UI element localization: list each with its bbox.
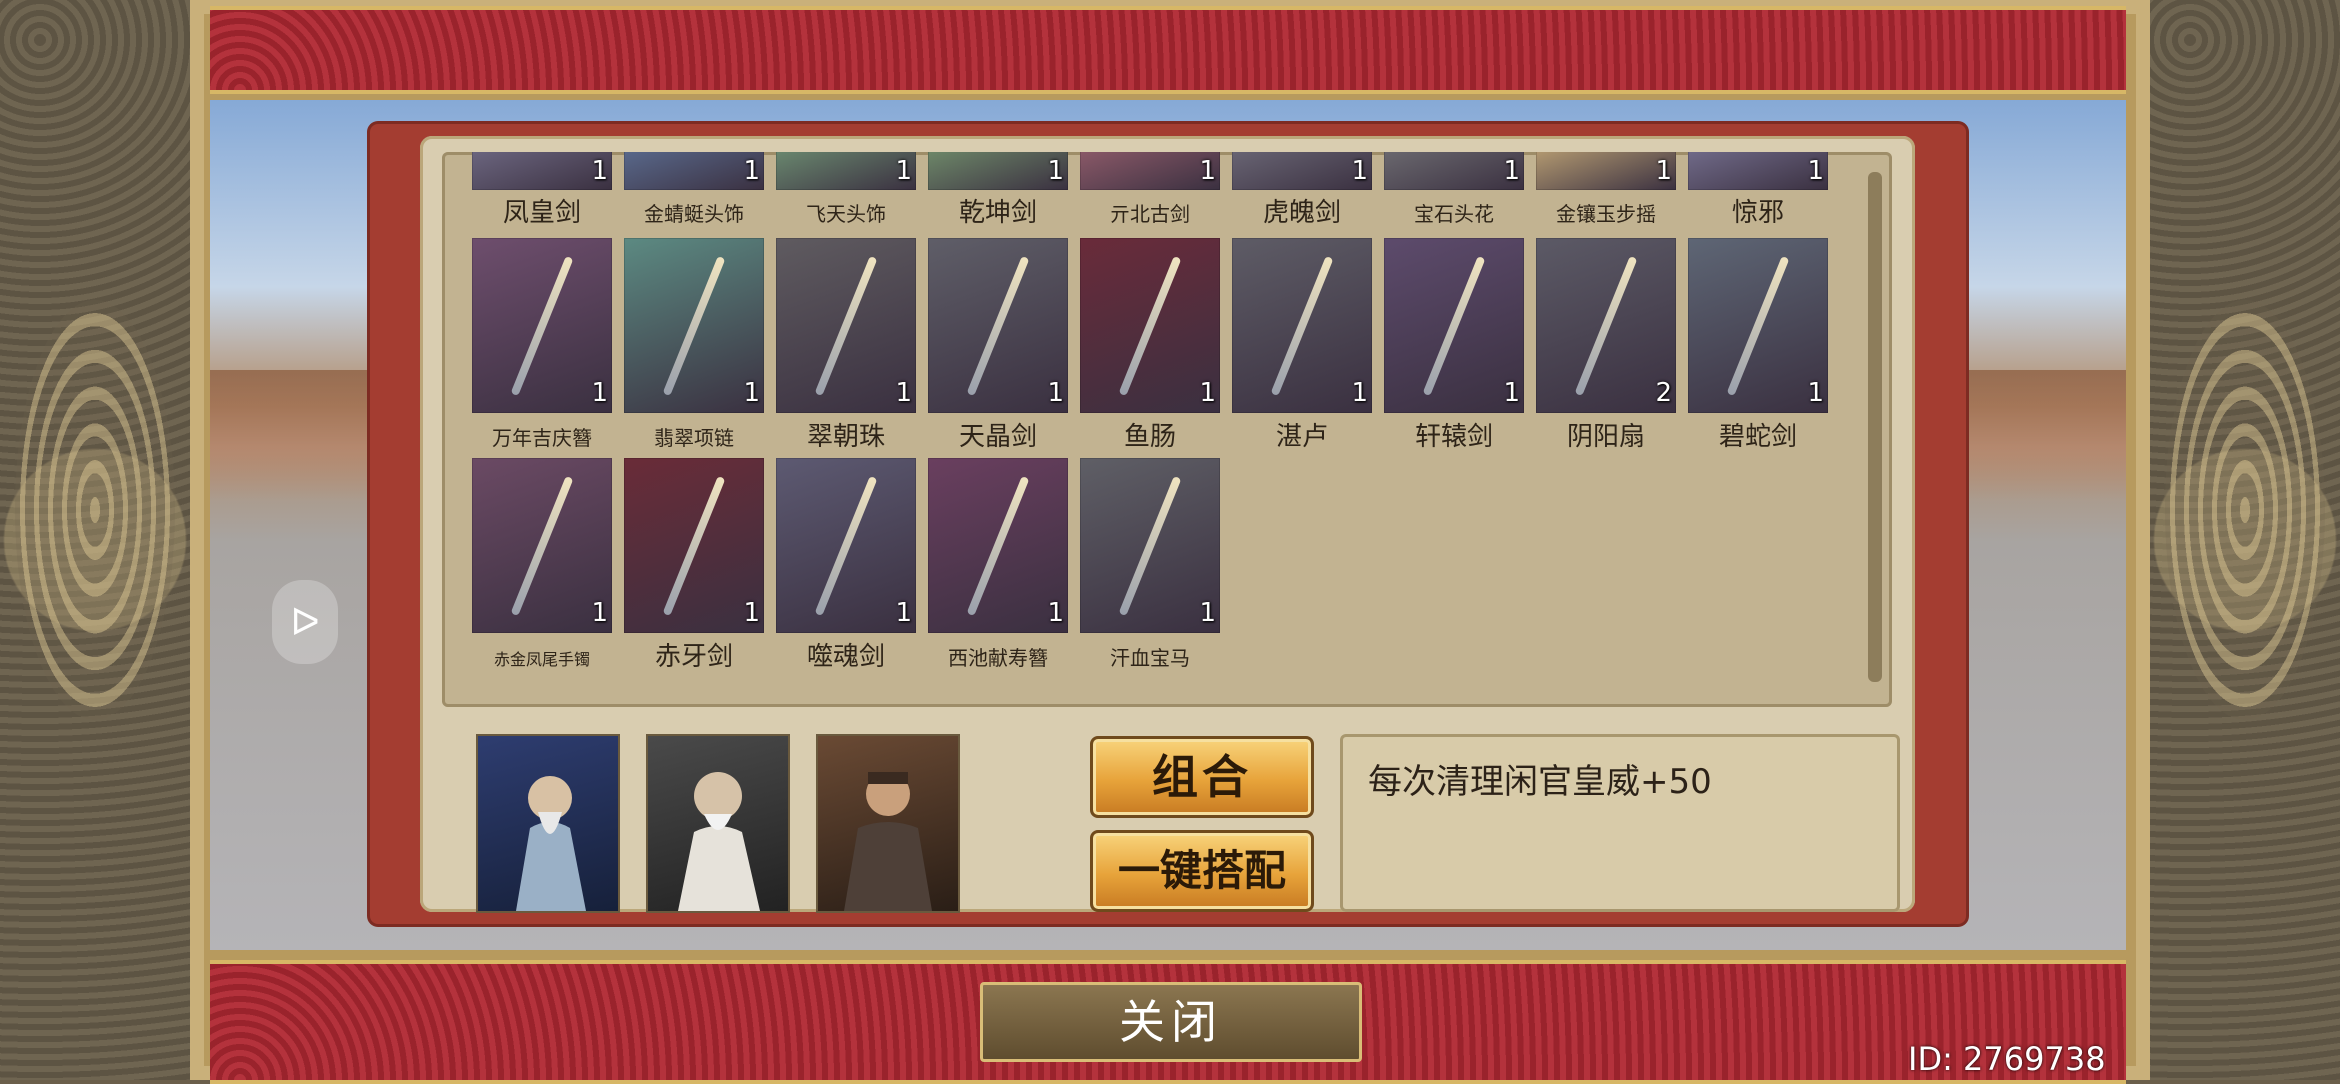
item-artwork bbox=[510, 255, 574, 397]
item-quantity: 1 bbox=[1351, 156, 1368, 186]
item-quantity: 1 bbox=[1807, 156, 1824, 186]
item-tile[interactable]: 1 轩辕剑 bbox=[1384, 238, 1524, 452]
item-quantity: 1 bbox=[1199, 598, 1216, 628]
item-quantity: 1 bbox=[1047, 598, 1064, 628]
item-quantity: 1 bbox=[743, 378, 760, 408]
item-tile[interactable]: 1 碧蛇剑 bbox=[1688, 238, 1828, 452]
item-tile[interactable]: 1 万年吉庆簪 bbox=[472, 238, 612, 450]
item-quantity: 1 bbox=[1199, 378, 1216, 408]
item-name: 赤牙剑 bbox=[654, 642, 733, 672]
item-quantity: 1 bbox=[1047, 378, 1064, 408]
auto-match-button[interactable]: 一键搭配 bbox=[1090, 830, 1314, 912]
item-name: 湛卢 bbox=[1275, 422, 1328, 452]
item-artwork bbox=[1118, 255, 1182, 397]
item-name: 万年吉庆簪 bbox=[492, 426, 592, 450]
item-tile[interactable]: 1 湛卢 bbox=[1232, 238, 1372, 452]
item-artwork bbox=[1422, 255, 1486, 397]
item-tile[interactable]: 1 鱼肠 bbox=[1080, 238, 1220, 452]
item-name: 金蜻蜓头饰 bbox=[644, 202, 744, 226]
item-artwork bbox=[662, 475, 726, 617]
item-tile[interactable]: 1 西池献寿簪 bbox=[928, 458, 1068, 670]
item-quantity: 2 bbox=[1655, 378, 1672, 408]
item-name: 鱼肠 bbox=[1123, 422, 1176, 452]
dragon-ornament bbox=[15, 300, 175, 720]
item-quantity: 1 bbox=[743, 598, 760, 628]
item-tile[interactable]: 1 翡翠项链 bbox=[624, 238, 764, 450]
item-name: 凤皇剑 bbox=[502, 198, 581, 228]
item-name: 阴阳扇 bbox=[1566, 422, 1645, 452]
item-name: 翡翠项链 bbox=[654, 426, 734, 450]
back-icon[interactable]: ᐅ bbox=[272, 580, 338, 664]
item-tile[interactable]: 1 噬魂剑 bbox=[776, 458, 916, 672]
item-name: 乾坤剑 bbox=[958, 198, 1037, 228]
item-name: 飞天头饰 bbox=[806, 202, 886, 226]
item-artwork bbox=[966, 475, 1030, 617]
item-tile[interactable]: 1 翠朝珠 bbox=[776, 238, 916, 452]
item-name: 西池献寿簪 bbox=[948, 646, 1048, 670]
item-tile[interactable]: 1 汗血宝马 bbox=[1080, 458, 1220, 670]
item-name: 宝石头花 bbox=[1414, 202, 1494, 226]
item-name: 汗血宝马 bbox=[1110, 646, 1190, 670]
item-name: 惊邪 bbox=[1731, 198, 1784, 228]
item-quantity: 1 bbox=[591, 156, 608, 186]
close-button[interactable]: 关闭 bbox=[980, 982, 1362, 1062]
portrait-2[interactable] bbox=[648, 736, 788, 911]
portrait-figure bbox=[516, 776, 586, 911]
item-name: 碧蛇剑 bbox=[1718, 422, 1797, 452]
item-name: 轩辕剑 bbox=[1414, 422, 1493, 452]
item-name: 赤金凤尾手镯 bbox=[493, 650, 590, 669]
item-artwork bbox=[814, 475, 878, 617]
item-quantity: 1 bbox=[1503, 156, 1520, 186]
top-band bbox=[210, 6, 2126, 94]
portrait-3[interactable] bbox=[818, 736, 958, 911]
item-name: 亓北古剑 bbox=[1110, 202, 1190, 226]
item-quantity: 1 bbox=[1503, 378, 1520, 408]
item-tile[interactable]: 1 天晶剑 bbox=[928, 238, 1068, 452]
item-quantity: 1 bbox=[1807, 378, 1824, 408]
portrait-figure bbox=[678, 772, 760, 911]
item-quantity: 1 bbox=[591, 378, 608, 408]
item-name: 翠朝珠 bbox=[806, 422, 885, 452]
item-artwork bbox=[1726, 255, 1790, 397]
item-tile[interactable]: 1 赤牙剑 bbox=[624, 458, 764, 672]
item-quantity: 1 bbox=[1351, 378, 1368, 408]
item-quantity: 1 bbox=[1047, 156, 1064, 186]
item-name: 金镶玉步摇 bbox=[1556, 202, 1656, 226]
item-quantity: 1 bbox=[743, 156, 760, 186]
dragon-ornament bbox=[2165, 300, 2325, 720]
item-name: 噬魂剑 bbox=[806, 642, 885, 672]
combination-inner: 1 凤皇剑 1 金蜻蜓头饰 1 飞天头饰 1 乾坤剑 1 亓北古剑 1 虎魄剑 1 宝石头花 1 金镶玉步摇 1… bbox=[420, 136, 1915, 912]
item-artwork bbox=[966, 255, 1030, 397]
item-quantity: 1 bbox=[1655, 156, 1672, 186]
player-id: ID: 2769738 bbox=[1908, 1040, 2106, 1078]
item-tile[interactable]: 1 赤金凤尾手镯 bbox=[472, 458, 612, 669]
item-quantity: 1 bbox=[895, 156, 912, 186]
item-artwork bbox=[814, 255, 878, 397]
portrait-1[interactable] bbox=[478, 736, 618, 911]
item-tile[interactable]: 2 阴阳扇 bbox=[1536, 238, 1676, 452]
item-name: 虎魄剑 bbox=[1262, 198, 1341, 228]
item-artwork bbox=[1118, 475, 1182, 617]
item-artwork bbox=[510, 475, 574, 617]
right-dragon-panel bbox=[2150, 0, 2340, 1080]
effect-description: 每次清理闲官皇威+50 bbox=[1368, 762, 1712, 802]
effect-description-box: 每次清理闲官皇威+50 bbox=[1340, 734, 1900, 912]
item-quantity: 1 bbox=[895, 378, 912, 408]
item-artwork bbox=[1574, 255, 1638, 397]
item-grid: 1 凤皇剑 1 金蜻蜓头饰 1 飞天头饰 1 乾坤剑 1 亓北古剑 1 虎魄剑 1 宝石头花 1 金镶玉步摇 1… bbox=[442, 152, 1892, 707]
left-dragon-panel bbox=[0, 0, 190, 1080]
item-quantity: 1 bbox=[591, 598, 608, 628]
combination-panel: 1 凤皇剑 1 金蜻蜓头饰 1 飞天头饰 1 乾坤剑 1 亓北古剑 1 虎魄剑 1 宝石头花 1 金镶玉步摇 1… bbox=[370, 124, 1966, 924]
item-artwork bbox=[662, 255, 726, 397]
item-artwork bbox=[1270, 255, 1334, 397]
grid-scrollbar[interactable] bbox=[1868, 172, 1882, 682]
item-name: 天晶剑 bbox=[958, 422, 1037, 452]
item-quantity: 1 bbox=[1199, 156, 1216, 186]
combine-button[interactable]: 组合 bbox=[1090, 736, 1314, 818]
portrait-figure bbox=[844, 772, 932, 911]
item-quantity: 1 bbox=[895, 598, 912, 628]
